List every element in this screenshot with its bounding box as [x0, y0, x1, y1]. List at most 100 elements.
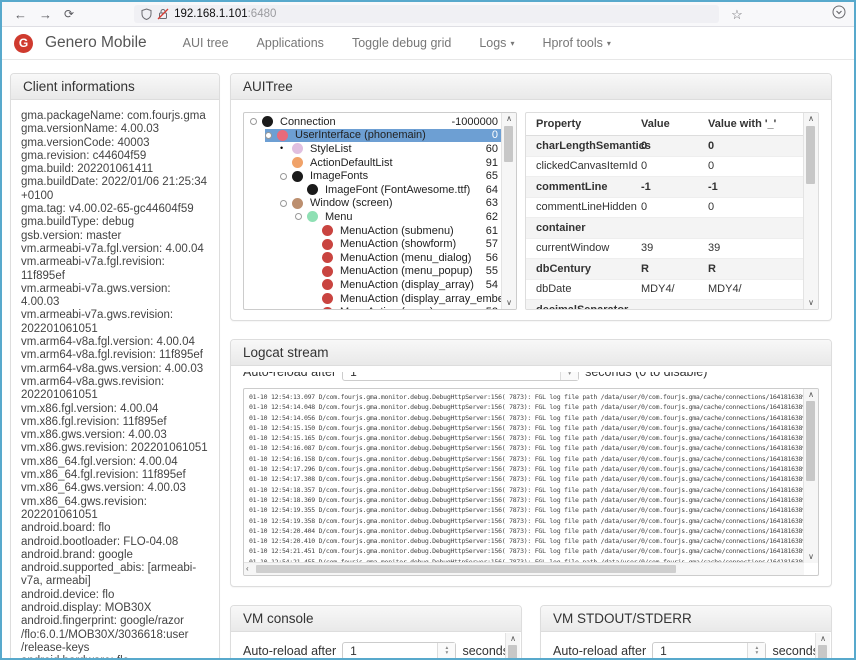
autoreload-input[interactable]: 1 ▴▾	[342, 642, 456, 658]
nav-item-hprof-tools[interactable]: Hprof tools▾	[528, 27, 624, 59]
property-value: MDY4/	[708, 283, 804, 295]
property-name: decimalSeparator	[536, 304, 641, 310]
node-type-icon	[307, 184, 318, 195]
scroll-thumb[interactable]	[256, 565, 676, 573]
client-info-line: gma.packageName: com.fourjs.gma	[21, 110, 209, 123]
aui-tree-body: Connection-1000000UserInterface (phonema…	[231, 100, 831, 322]
tree-node[interactable]: MenuAction (display_array_embedded)53	[244, 292, 502, 306]
node-type-icon	[292, 171, 303, 182]
property-row: currentWindow3939	[526, 239, 804, 260]
property-scrollbar[interactable]: ∧ ∨	[803, 113, 818, 309]
column-header: Value	[641, 118, 708, 130]
tree-scrollbar[interactable]: ∧ ∨	[501, 113, 516, 309]
client-info-line: android.supported_abis: [armeabi-v7a, ar…	[21, 562, 209, 589]
tree-node-id: 60	[480, 143, 498, 155]
tree-node[interactable]: MenuAction (showform)57	[244, 237, 502, 251]
scroll-thumb[interactable]	[504, 126, 513, 162]
property-name: charLengthSemantics	[536, 140, 641, 152]
client-info-line: vm.x86_64.fgl.version: 4.00.04	[21, 456, 209, 469]
expand-toggle-icon[interactable]	[250, 118, 257, 125]
brand-title[interactable]: Genero Mobile	[45, 34, 147, 52]
vm-stdout-scrollbar[interactable]: ∧	[815, 633, 830, 658]
scroll-thumb[interactable]	[806, 401, 815, 481]
tree-node[interactable]: ImageFont (FontAwesome.ttf)64	[244, 183, 502, 197]
spinner-icons[interactable]: ▴▾	[560, 372, 578, 380]
tree-node-inner: UserInterface (phonemain)0	[265, 129, 502, 143]
log-line: 01-10 12:54:18.357 D/com.fourjs.gma.moni…	[249, 485, 803, 495]
property-name: currentWindow	[536, 242, 641, 254]
insecure-lock-icon[interactable]	[157, 8, 169, 20]
log-line: 01-10 12:54:17.308 D/com.fourjs.gma.moni…	[249, 474, 803, 484]
nav-item-toggle-debug-grid[interactable]: Toggle debug grid	[338, 27, 465, 59]
tree-node[interactable]: MenuAction (menu_dialog)56	[244, 251, 502, 265]
scroll-up-icon[interactable]: ∧	[804, 114, 818, 124]
tree-node[interactable]: MenuAction (array)52	[244, 305, 502, 309]
scroll-left-icon[interactable]: ‹	[246, 563, 249, 574]
client-info-line: android.board: flo	[21, 522, 209, 535]
scroll-down-icon[interactable]: ∨	[804, 298, 818, 308]
log-line: 01-10 12:54:15.150 D/com.fourjs.gma.moni…	[249, 423, 803, 433]
log-line: 01-10 12:54:20.404 D/com.fourjs.gma.moni…	[249, 526, 803, 536]
scroll-up-icon[interactable]: ∧	[502, 114, 516, 124]
aui-tree-panel: AUITree Connection-1000000UserInterface …	[230, 73, 832, 321]
reload-icon[interactable]: ⟳	[64, 8, 74, 20]
scroll-up-icon[interactable]: ∧	[804, 390, 818, 400]
tree-node[interactable]: ActionDefaultList91	[244, 156, 502, 170]
shield-icon[interactable]	[141, 8, 152, 20]
tree-node[interactable]: Menu62	[244, 210, 502, 224]
logcat-vscrollbar[interactable]: ∧ ∨	[803, 389, 818, 563]
tree-node[interactable]: ImageFonts65	[244, 169, 502, 183]
address-bar[interactable]: 192.168.1.101:6480	[134, 5, 719, 23]
autoreload-suffix: seconds	[462, 644, 509, 658]
tree-node[interactable]: MenuAction (menu_popup)55	[244, 265, 502, 279]
property-value: 0	[708, 140, 804, 152]
scroll-thumb[interactable]	[818, 645, 827, 658]
autoreload-input[interactable]: 1 ▴▾	[652, 642, 766, 658]
scroll-thumb[interactable]	[508, 645, 517, 658]
nav-item-aui-tree[interactable]: AUI tree	[169, 27, 243, 59]
expand-toggle-icon[interactable]	[280, 200, 287, 207]
logcat-hscrollbar[interactable]: ‹	[244, 562, 804, 575]
client-info-line: vm.x86.fgl.revision: 11f895ef	[21, 416, 209, 429]
tree-node[interactable]: MenuAction (submenu)61	[244, 224, 502, 238]
log-line: 01-10 12:54:16.158 D/com.fourjs.gma.moni…	[249, 454, 803, 464]
client-info-line: vm.armeabi-v7a.fgl.version: 4.00.04	[21, 243, 209, 256]
aui-tree-title: AUITree	[231, 74, 831, 100]
client-info-line: android.brand: google	[21, 549, 209, 562]
tree-node-id: 61	[480, 225, 498, 237]
client-info-line: vm.x86.gws.revision: 202201061051	[21, 442, 209, 455]
scroll-down-icon[interactable]: ∨	[502, 298, 516, 308]
vm-console-scrollbar[interactable]: ∧	[505, 633, 520, 658]
log-line: 01-10 12:54:14.048 D/com.fourjs.gma.moni…	[249, 402, 803, 412]
tree-node-label: UserInterface (phonemain)	[295, 129, 426, 141]
client-info-line: vm.x86_64.gws.version: 4.00.03	[21, 482, 209, 495]
nav-item-applications[interactable]: Applications	[243, 27, 338, 59]
property-table: PropertyValueValue with '_' charLengthSem…	[525, 112, 819, 310]
tree-node[interactable]: Window (screen)63	[244, 197, 502, 211]
client-info-line: vm.x86.fgl.version: 4.00.04	[21, 403, 209, 416]
back-icon[interactable]: ←	[14, 8, 27, 21]
client-info-line: gma.versionName: 4.00.03	[21, 123, 209, 136]
autoreload-input[interactable]: 1 ▴▾	[342, 372, 579, 381]
expand-toggle-icon[interactable]	[295, 213, 302, 220]
expand-toggle-icon[interactable]	[280, 173, 287, 180]
bookmark-star-icon[interactable]: ☆	[731, 8, 743, 21]
pocket-icon[interactable]	[832, 5, 846, 24]
expand-toggle-icon[interactable]	[265, 132, 272, 139]
scroll-down-icon[interactable]: ∨	[804, 552, 818, 562]
node-type-icon	[292, 143, 303, 154]
client-info-line: vm.x86_64.gws.revision: 202201061051	[21, 496, 209, 523]
nav-item-logs[interactable]: Logs▾	[465, 27, 528, 59]
tree-node[interactable]: •StyleList60	[244, 142, 502, 156]
scroll-up-icon[interactable]: ∧	[816, 634, 830, 643]
property-table-header: PropertyValueValue with '_'	[526, 113, 804, 136]
scroll-thumb[interactable]	[806, 126, 815, 184]
spinner-icons[interactable]: ▴▾	[437, 643, 455, 658]
tree-node[interactable]: MenuAction (display_array)54	[244, 278, 502, 292]
tree-node[interactable]: UserInterface (phonemain)0	[244, 129, 502, 143]
forward-icon[interactable]: →	[39, 8, 52, 21]
client-informations-title: Client informations	[11, 74, 219, 100]
spinner-icons[interactable]: ▴▾	[747, 643, 765, 658]
tree-node[interactable]: Connection-1000000	[244, 115, 502, 129]
scroll-up-icon[interactable]: ∧	[506, 634, 520, 643]
